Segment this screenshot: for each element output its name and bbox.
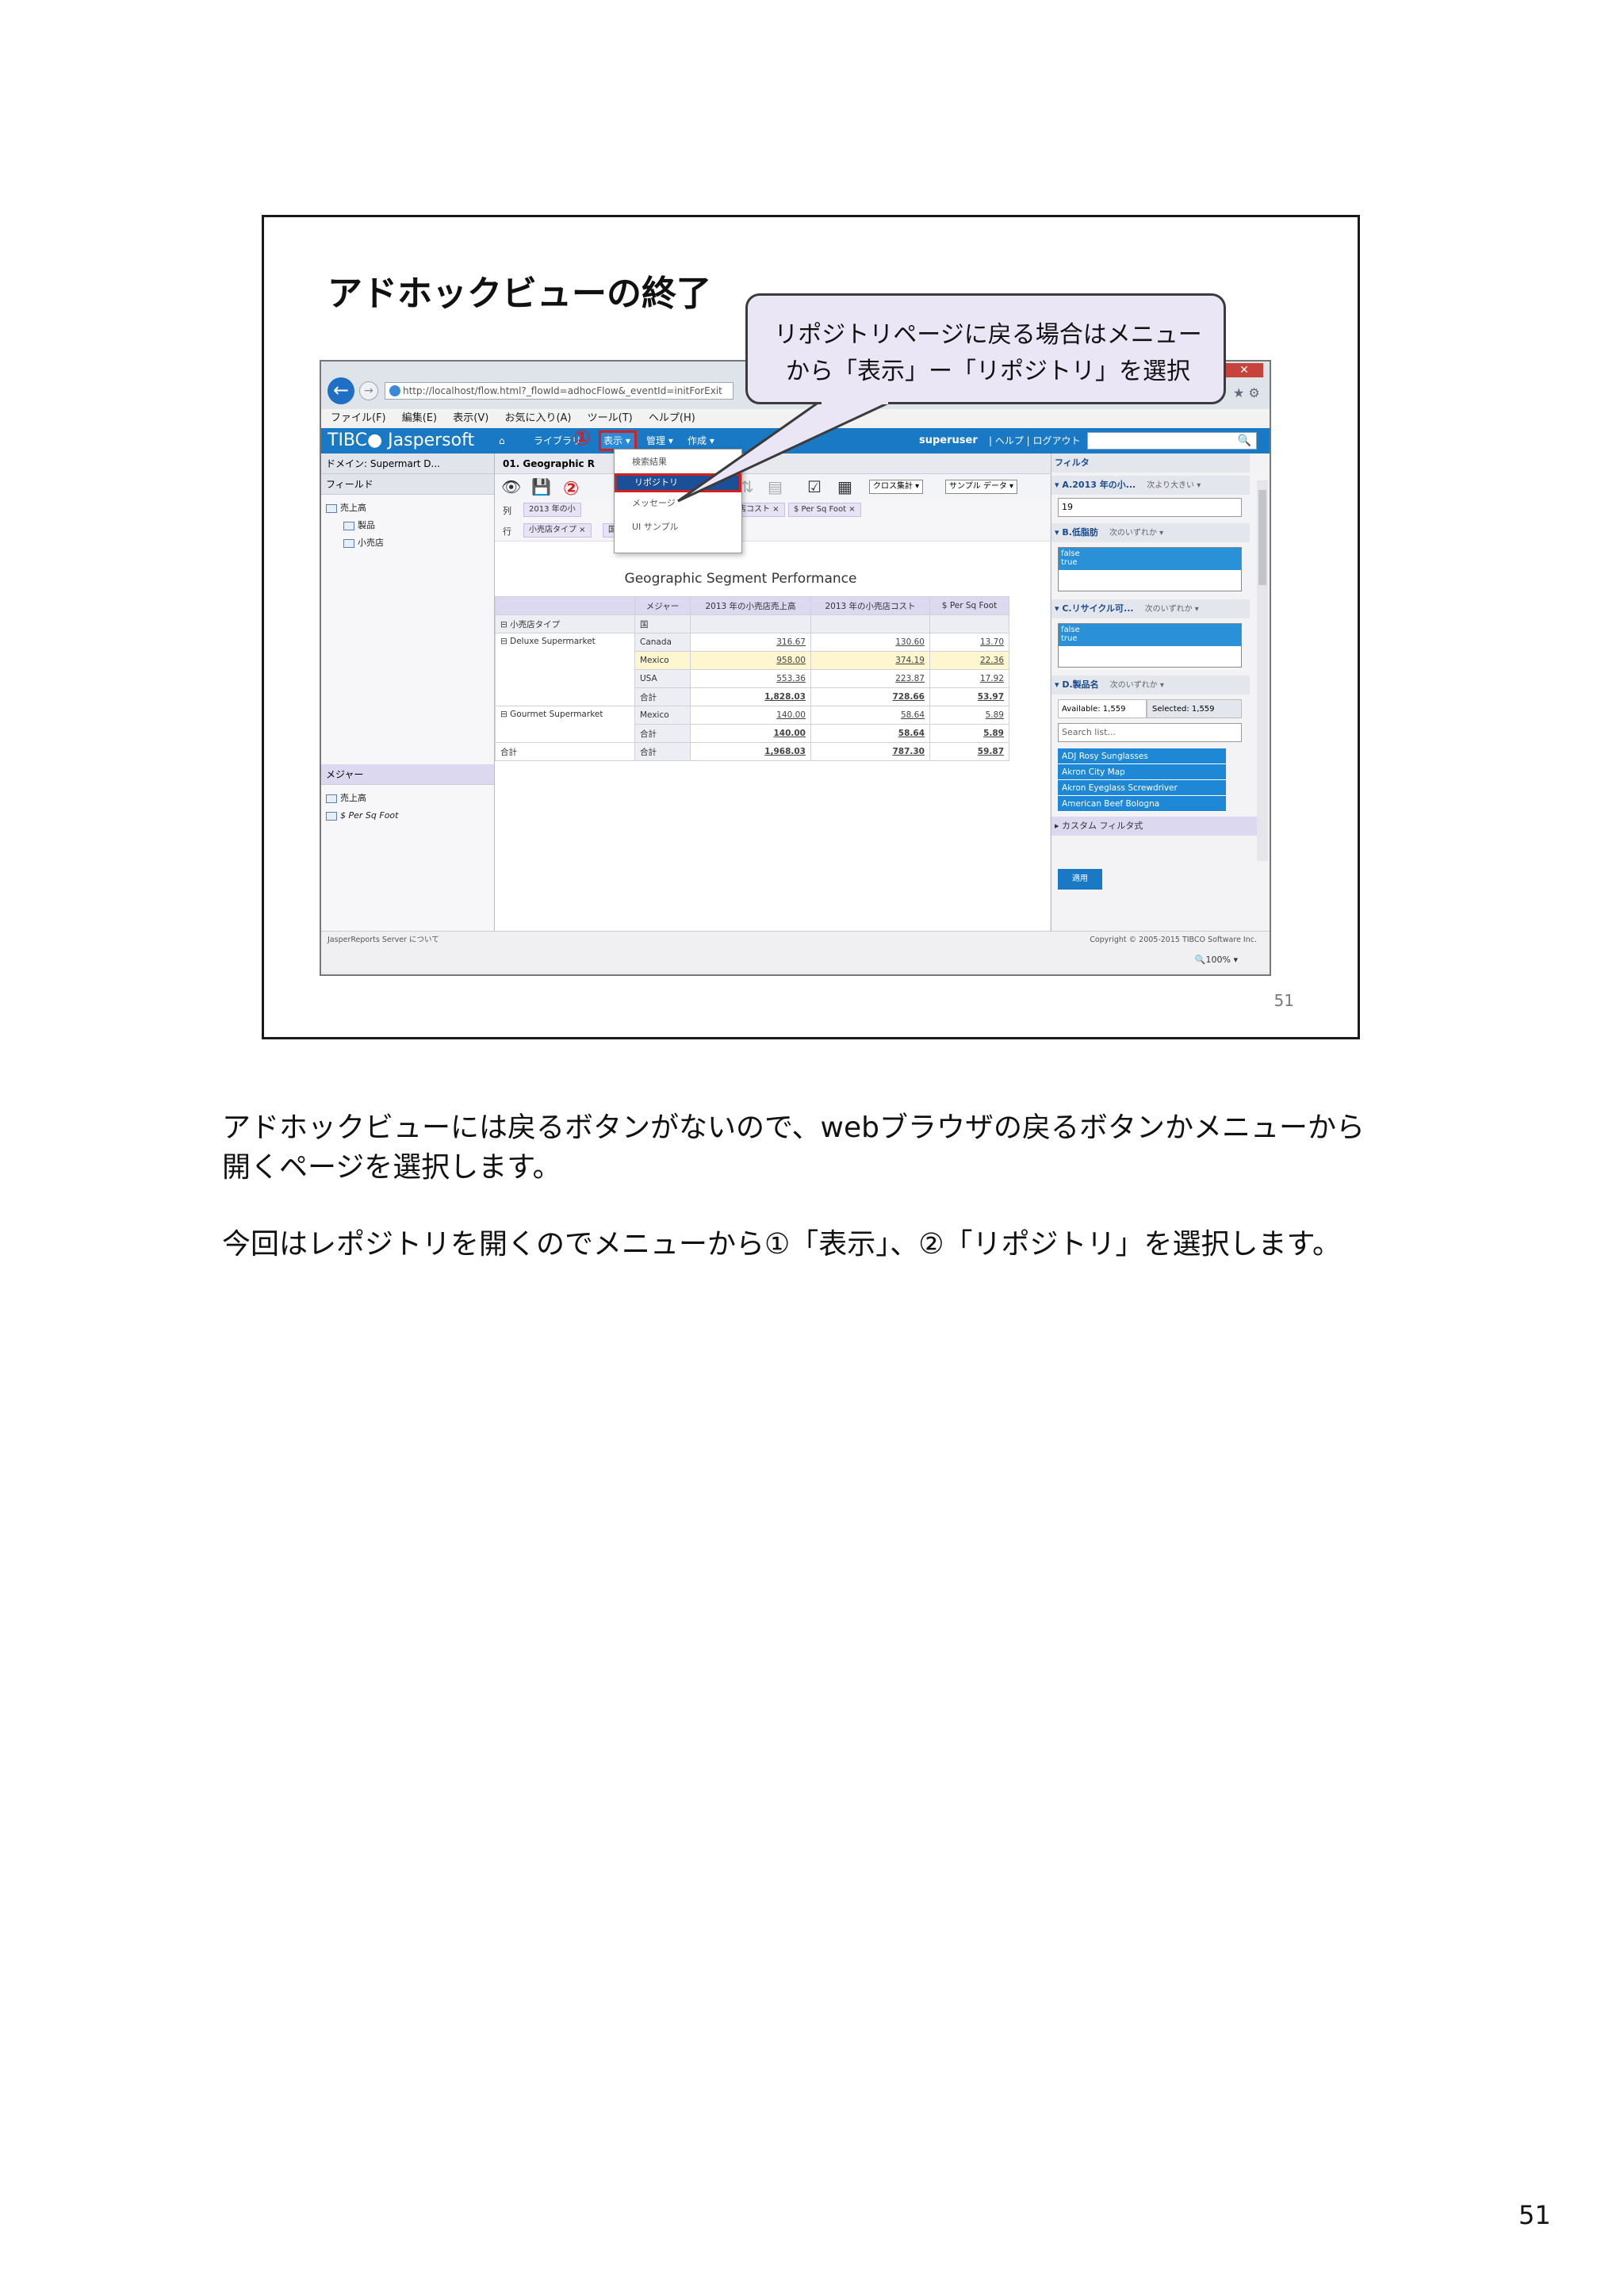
slide-number: 51 xyxy=(1274,991,1294,1010)
paragraph-1-line-1: アドホックビューには戻るボタンがないので、webブラウザの戻るボタンかメニューか… xyxy=(222,1112,1365,1144)
page-number: 51 xyxy=(1519,2200,1551,2230)
paragraph-2: 今回はレポジトリを開くのでメニューから①「表示」、②「リポジトリ」を選択します。 xyxy=(222,1228,1341,1261)
callout-line-2: から「表示」ー「リポジトリ」を選択 xyxy=(786,358,1190,385)
slide-frame: アドホックビューの終了 ← → http://localhost/flow.ht… xyxy=(262,215,1360,1039)
callout-balloon: リポジトリページに戻る場合はメニュー から「表示」ー「リポジトリ」を選択 xyxy=(745,293,1226,404)
callout-line-1: リポジトリページに戻る場合はメニュー xyxy=(774,321,1202,349)
paragraph-1-line-2: 開くページを選択します。 xyxy=(222,1151,561,1184)
